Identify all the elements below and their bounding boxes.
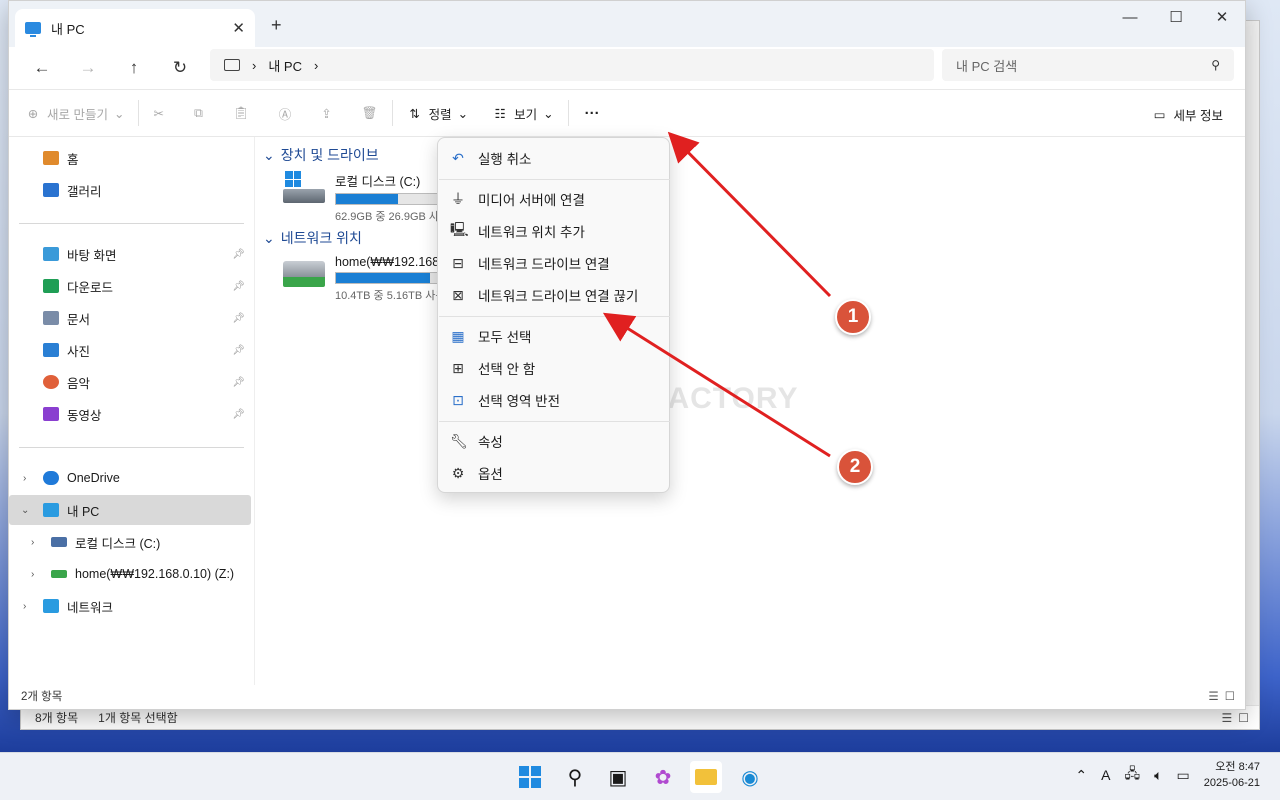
taskbar: ⚲ ▣ ✿ ◉ ⌃ A 🖧︎ 🔈︎ ▭ 오전 8:47 2025-06-21 xyxy=(0,752,1280,800)
battery-icon[interactable]: ▭ xyxy=(1176,767,1189,784)
input-method-icon[interactable]: A xyxy=(1101,767,1110,783)
file-explorer-icon[interactable] xyxy=(690,761,722,793)
task-view-icon[interactable]: ▣ xyxy=(602,761,634,793)
annotation-badge-2: 2 xyxy=(837,449,873,485)
chevron-up-icon[interactable]: ⌃ xyxy=(1075,767,1087,784)
clock-time: 오전 8:47 xyxy=(1215,761,1260,773)
edge-icon[interactable]: ◉ xyxy=(734,761,766,793)
copilot-icon[interactable]: ✿ xyxy=(647,761,679,793)
clock[interactable]: 오전 8:47 2025-06-21 xyxy=(1204,759,1260,791)
search-icon[interactable]: ⚲ xyxy=(559,761,591,793)
network-status-icon[interactable]: 🖧︎ xyxy=(1124,763,1140,787)
system-tray: ⌃ A 🖧︎ 🔈︎ ▭ 오전 8:47 2025-06-21 xyxy=(1075,759,1260,791)
arrow-2 xyxy=(602,312,831,458)
annotation-badge-1: 1 xyxy=(835,299,871,335)
start-button[interactable] xyxy=(514,761,546,793)
arrow-1 xyxy=(667,131,832,298)
volume-icon[interactable]: 🔈︎ xyxy=(1154,767,1162,784)
clock-date: 2025-06-21 xyxy=(1203,777,1260,789)
annotation-arrows xyxy=(602,131,832,458)
